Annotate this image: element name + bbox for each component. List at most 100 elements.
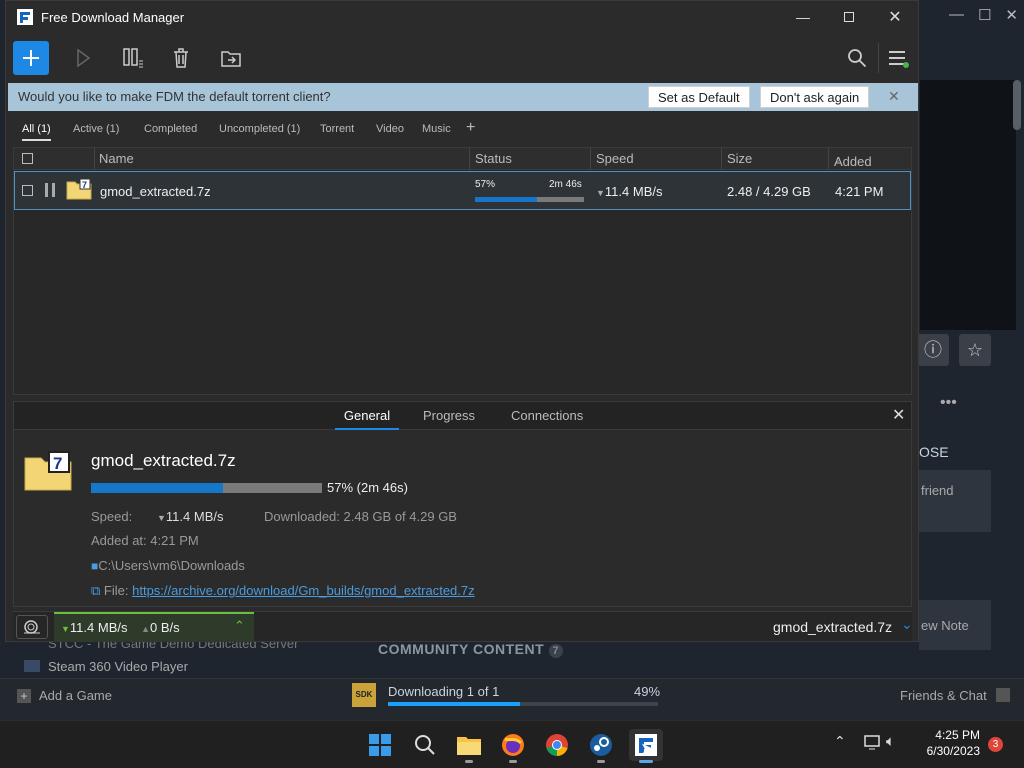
external-link-icon: ⧉ (91, 583, 101, 598)
new-note-button[interactable]: ew Note (919, 600, 991, 650)
resume-button[interactable] (66, 41, 102, 75)
tab-connections[interactable]: Connections (511, 408, 583, 423)
section-title: COMMUNITY CONTENT 7 (378, 641, 564, 658)
down-speed: 11.4 MB/s (69, 620, 128, 635)
network-icon[interactable] (864, 735, 882, 756)
clock[interactable]: 4:25 PM 6/30/2023 (908, 727, 980, 759)
running-indicator (509, 760, 517, 763)
filter-tabs: All (1) Active (1) Completed Uncompleted… (6, 115, 918, 145)
monitor-icon (864, 735, 880, 750)
file-explorer-button[interactable] (453, 729, 485, 763)
chevron-down-icon[interactable]: ⌄ (901, 616, 913, 633)
add-download-button[interactable] (13, 41, 49, 75)
mouse-cursor-icon: ➤ (640, 739, 656, 759)
firefox-button[interactable] (497, 729, 529, 763)
down-arrow-icon: ▼ (596, 188, 605, 198)
select-all-checkbox[interactable] (22, 153, 33, 164)
minimize-button[interactable]: — (780, 1, 826, 33)
download-size: 2.48 / 4.29 GB (727, 184, 811, 199)
tab-completed[interactable]: Completed (144, 123, 197, 135)
downloads-table: Name Status Speed Size Added ⌄ 7 gmod_ex… (13, 147, 912, 395)
details-file-name: gmod_extracted.7z (91, 451, 236, 470)
details-progress-bar (91, 483, 322, 493)
scrollbar[interactable] (1013, 80, 1021, 130)
friend-label: friend (921, 483, 954, 498)
chevron-up-icon[interactable]: ⌃ (234, 618, 245, 634)
current-download-name[interactable]: gmod_extracted.7z (773, 619, 892, 635)
tab-music[interactable]: Music (422, 123, 451, 135)
tab-video[interactable]: Video (376, 123, 404, 135)
banner-close-icon[interactable]: ✕ (888, 88, 900, 105)
chrome-button[interactable] (541, 729, 573, 761)
speed-value-text: 11.4 MB/s (165, 509, 224, 524)
delete-button[interactable] (163, 41, 199, 75)
tab-progress[interactable]: Progress (423, 408, 475, 423)
table-row[interactable]: 7 gmod_extracted.7z 57% 2m 46s ▼11.4 MB/… (14, 171, 911, 210)
minimize-icon[interactable]: — (949, 6, 964, 24)
side-heading: OSE (919, 444, 949, 460)
column-status[interactable]: Status (475, 151, 512, 166)
hamburger-menu-icon (889, 51, 909, 68)
volume-icon[interactable]: 🔈︎ (886, 733, 895, 750)
close-button[interactable]: ✕ (872, 1, 918, 33)
column-size[interactable]: Size (727, 151, 752, 166)
search-button[interactable] (839, 41, 875, 75)
pause-icon[interactable] (44, 183, 56, 197)
pause-button[interactable] (115, 41, 151, 75)
library-item[interactable]: Steam 360 Video Player (24, 659, 188, 674)
details-panel: General Progress Connections ✕ 7 gmod_ex… (13, 401, 912, 607)
folder-icon (457, 737, 481, 755)
star-icon[interactable]: ☆ (959, 334, 991, 366)
steam-button[interactable] (585, 729, 617, 763)
section-title-text: COMMUNITY CONTENT (378, 641, 545, 657)
friends-chat-label: Friends & Chat (900, 688, 987, 703)
tab-all[interactable]: All (1) (22, 123, 51, 141)
active-indicator (639, 760, 653, 763)
downloading-status[interactable]: Downloading 1 of 1 (388, 684, 499, 699)
archive-file-icon: 7 (66, 178, 92, 200)
column-name[interactable]: Name (99, 151, 134, 166)
add-game-label: Add a Game (39, 688, 112, 703)
column-speed[interactable]: Speed (596, 151, 634, 166)
tab-active[interactable]: Active (1) (73, 123, 119, 135)
add-tab-icon[interactable]: + (466, 119, 475, 137)
speed-indicator[interactable]: ▼11.4 MB/s ▲0 B/s ⌃ (54, 612, 254, 642)
row-checkbox[interactable] (22, 185, 33, 196)
added-label: Added at: (91, 533, 147, 548)
plus-icon: + (17, 689, 31, 703)
clock-date: 6/30/2023 (926, 744, 980, 758)
fdm-window: Free Download Manager — ✕ Would you like… (5, 0, 919, 642)
notification-badge[interactable]: 3 (988, 737, 1003, 752)
maximize-button[interactable] (826, 1, 872, 33)
info-icon[interactable]: ⓘ (917, 334, 949, 366)
add-game-button[interactable]: + Add a Game (17, 688, 112, 703)
speed-mode-button[interactable] (16, 615, 48, 639)
more-icon[interactable]: ••• (940, 394, 957, 412)
move-to-folder-button[interactable] (213, 41, 249, 75)
column-divider (469, 148, 470, 170)
pause-icon (123, 48, 143, 68)
source-sdk-icon: SDK (352, 683, 376, 707)
download-name: gmod_extracted.7z (100, 184, 211, 199)
maximize-icon[interactable]: ☐ (978, 6, 991, 24)
tab-uncompleted[interactable]: Uncompleted (1) (219, 123, 300, 135)
default-client-banner: Would you like to make FDM the default t… (8, 83, 918, 111)
file-url-link[interactable]: https://archive.org/download/Gm_builds/g… (132, 583, 475, 598)
start-button[interactable] (364, 729, 396, 761)
tab-general[interactable]: General (335, 408, 399, 430)
tab-torrent[interactable]: Torrent (320, 123, 354, 135)
friends-chat-button[interactable]: Friends & Chat (900, 688, 1011, 703)
search-button[interactable] (409, 729, 441, 761)
title-bar: Free Download Manager — ✕ (6, 1, 918, 33)
download-speed-value: 11.4 MB/s (604, 184, 663, 199)
close-icon[interactable]: ✕ (1005, 6, 1018, 24)
downloaded-label: Downloaded: (264, 509, 340, 524)
main-menu-button[interactable] (880, 41, 916, 75)
folder-link[interactable]: ■C:\Users\vm6\Downloads (91, 558, 245, 573)
set-default-button[interactable]: Set as Default (648, 86, 750, 108)
close-details-icon[interactable]: ✕ (892, 405, 905, 425)
friend-card[interactable]: friend (919, 470, 991, 532)
chevron-up-icon[interactable]: ⌃ (834, 733, 846, 750)
dont-ask-button[interactable]: Don't ask again (760, 86, 870, 108)
snail-icon (24, 620, 40, 634)
